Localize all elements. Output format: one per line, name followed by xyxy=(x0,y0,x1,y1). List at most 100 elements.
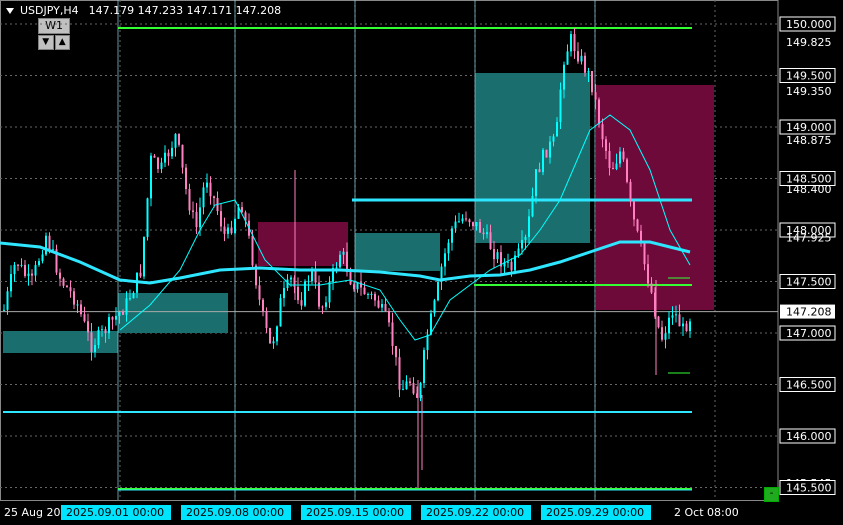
scale-fix-button[interactable]: - xyxy=(764,487,779,502)
price-axis-label: 147.000 xyxy=(786,327,832,340)
candle-body xyxy=(150,155,152,199)
price-axis-label: 149.000 xyxy=(786,121,832,134)
candle-body xyxy=(402,389,404,391)
candle-body xyxy=(374,293,376,301)
candle-body xyxy=(6,291,9,310)
candle-body xyxy=(388,311,390,323)
candle-body xyxy=(510,261,513,271)
candle-body xyxy=(559,89,562,123)
candle-body xyxy=(601,124,604,140)
candle-body xyxy=(377,300,380,308)
candle-body xyxy=(118,312,121,316)
candle-body xyxy=(664,333,667,340)
candle-body xyxy=(454,221,457,229)
candle-body xyxy=(577,51,579,62)
candle-body xyxy=(283,288,285,299)
candle-body xyxy=(202,187,205,208)
candle-body xyxy=(458,221,460,223)
candle-body xyxy=(199,207,201,228)
candle-body xyxy=(314,270,317,283)
candle-body xyxy=(265,311,268,329)
candle-body xyxy=(678,314,681,327)
candle-body xyxy=(139,272,142,277)
candle-body xyxy=(545,149,548,158)
price-axis-label: 146.500 xyxy=(786,379,832,392)
candle-body xyxy=(650,283,653,293)
candle-body xyxy=(612,168,614,170)
candle-body xyxy=(188,189,191,211)
candle-body xyxy=(195,211,198,228)
candle-body xyxy=(251,235,254,266)
candle-body xyxy=(45,235,47,255)
candle-body xyxy=(164,152,166,163)
candle-body xyxy=(426,334,429,351)
candle-body xyxy=(62,278,65,286)
candle-body xyxy=(423,350,425,384)
candle-body xyxy=(111,317,114,320)
candle-body xyxy=(622,151,625,160)
candle-body xyxy=(391,322,394,346)
candle-body xyxy=(619,151,621,164)
price-axis-label: 148.875 xyxy=(786,134,832,147)
candle-body xyxy=(48,235,51,250)
candle-body xyxy=(682,323,684,327)
candle-body xyxy=(234,218,236,234)
candle-body xyxy=(591,70,593,93)
supply-zone xyxy=(596,85,714,310)
candle-body xyxy=(325,302,327,307)
candle-body xyxy=(27,273,30,276)
candle-body xyxy=(80,304,82,315)
candle-body xyxy=(563,64,565,90)
candle-body xyxy=(335,267,338,269)
candle-body xyxy=(276,326,278,342)
demand-zone xyxy=(118,293,228,333)
candle-body xyxy=(657,316,660,328)
supply-zone xyxy=(258,222,348,266)
candle-body xyxy=(643,243,646,265)
candle-body xyxy=(230,227,233,234)
candle-body xyxy=(496,252,499,260)
candle-body xyxy=(171,147,173,157)
candle-body xyxy=(626,159,628,182)
candle-body xyxy=(580,55,583,62)
candle-body xyxy=(633,201,635,220)
candle-body xyxy=(13,264,16,275)
time-axis-label-highlighted: 2025.09.29 00:00 xyxy=(546,506,644,519)
price-chart[interactable]: 150.000 149.825 149.500 149.350 149.000148.8… xyxy=(0,0,843,525)
candle-body xyxy=(34,265,37,276)
price-axis-label: 147.500 xyxy=(786,276,832,289)
candle-body xyxy=(272,341,275,344)
candle-body xyxy=(87,321,89,333)
candle-body xyxy=(381,304,383,308)
candle-body xyxy=(409,381,411,384)
candle-body xyxy=(465,218,467,220)
candle-body xyxy=(528,216,530,237)
price-axis-label: 148.400 xyxy=(786,183,832,196)
price-axis-label: 146.000 xyxy=(786,430,832,443)
candle-body xyxy=(167,152,170,157)
candle-body xyxy=(566,51,569,65)
candle-body xyxy=(538,169,541,173)
candle-body xyxy=(472,222,474,227)
candle-body xyxy=(3,309,5,311)
candle-body xyxy=(143,236,145,277)
candle-body xyxy=(542,149,544,173)
candle-body xyxy=(405,381,408,390)
candle-body xyxy=(685,323,688,332)
candle-body xyxy=(97,329,100,345)
candle-body xyxy=(38,261,40,266)
candle-body xyxy=(73,291,75,305)
candle-body xyxy=(444,253,446,267)
price-axis-label: 147.925 xyxy=(786,232,832,245)
candle-body xyxy=(318,282,320,307)
candle-body xyxy=(328,281,331,303)
candle-body xyxy=(104,329,107,334)
candle-body xyxy=(363,287,366,295)
price-axis-label: 149.500 xyxy=(786,70,832,83)
price-axis-label: 149.350 xyxy=(786,85,832,98)
demand-zone xyxy=(355,233,440,271)
candle-body xyxy=(129,298,131,300)
candle-body xyxy=(290,277,292,280)
candle-body xyxy=(227,227,229,234)
candle-body xyxy=(594,92,597,100)
